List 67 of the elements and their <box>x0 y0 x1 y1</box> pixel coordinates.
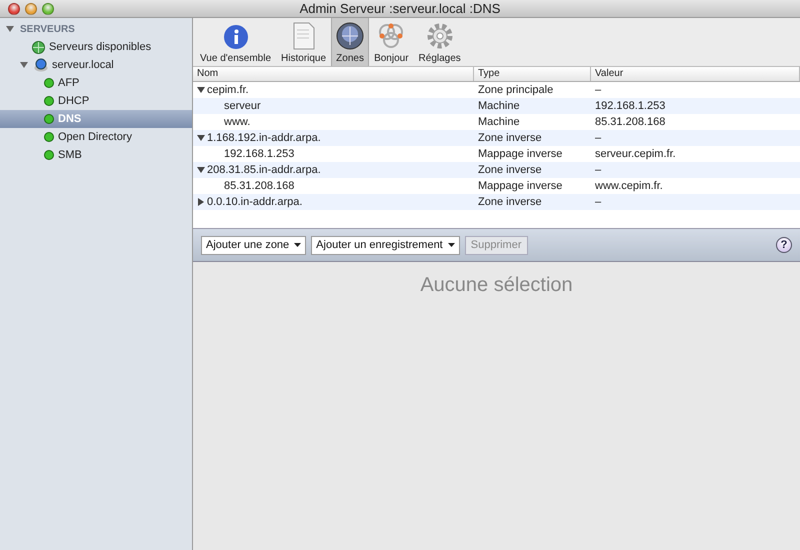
settings-icon <box>426 22 454 50</box>
column-header[interactable]: Nom <box>193 67 474 81</box>
section-heading: SERVEURS <box>20 24 75 34</box>
table-cell: cepim.fr. <box>193 84 474 96</box>
table-cell: 208.31.85.in-addr.arpa. <box>193 164 474 176</box>
table-cell-text: Machine <box>477 100 521 112</box>
globe-icon <box>336 22 364 50</box>
server-icon <box>34 58 48 72</box>
table-cell-text: Zone inverse <box>477 196 543 208</box>
table-cell-text: serveur <box>223 100 262 112</box>
toolbar-tab[interactable]: Historique <box>276 18 332 66</box>
disclosure-triangle[interactable] <box>197 134 205 142</box>
table-cell-text: Zone inverse <box>477 132 543 144</box>
status-dot-icon <box>44 150 54 160</box>
sidebar-item[interactable]: AFP <box>0 74 192 92</box>
status-dot-icon <box>44 114 54 124</box>
table-cell-text: serveur.cepim.fr. <box>594 148 677 160</box>
table-cell: 1.168.192.in-addr.arpa. <box>193 132 474 144</box>
popup-button[interactable]: Ajouter une zone <box>201 236 306 254</box>
table-cell-text: Zone inverse <box>477 164 543 176</box>
table-cell-text: 192.168.1.253 <box>223 148 296 160</box>
table-cell-text: Machine <box>477 116 521 128</box>
sidebar-item[interactable]: SMB <box>0 146 192 164</box>
sidebar-item[interactable]: Serveurs disponibles <box>0 38 192 56</box>
disclosure-triangle[interactable] <box>197 198 205 206</box>
table-cell-text: www.cepim.fr. <box>594 180 664 192</box>
table-cell-text: www. <box>223 116 252 128</box>
table-cell-text: 192.168.1.253 <box>594 100 666 112</box>
column-header[interactable]: Type <box>474 67 591 81</box>
empty-message: Aucune sélection <box>420 274 573 298</box>
status-dot-icon <box>44 96 54 106</box>
disclosure-triangle[interactable] <box>20 61 28 69</box>
disclosure-triangle[interactable] <box>6 25 14 33</box>
disclosure-triangle[interactable] <box>197 166 205 174</box>
sidebar-item[interactable]: serveur.local <box>0 56 192 74</box>
table-cell-text: – <box>594 84 602 96</box>
table-cell-text: Zone principale <box>477 84 554 96</box>
zoom-button[interactable] <box>42 2 54 14</box>
caret-icon <box>294 243 302 247</box>
toolbar-tab[interactable]: Vue d'ensemble <box>195 18 276 66</box>
column-header[interactable]: Valeur <box>591 67 800 81</box>
status-dot-icon <box>44 78 54 88</box>
info-icon <box>222 24 249 50</box>
table-cell-text: Mappage inverse <box>477 148 564 160</box>
table-cell: 0.0.10.in-addr.arpa. <box>193 196 474 208</box>
disclosure-triangle[interactable] <box>197 86 205 94</box>
toolbar-tab[interactable]: Réglages <box>414 18 466 66</box>
popup-button[interactable]: Ajouter un enregistrement <box>311 236 460 254</box>
table-cell-text: Mappage inverse <box>477 180 564 192</box>
table-cell-text: – <box>594 132 602 144</box>
minimize-button[interactable] <box>25 2 37 14</box>
table-cell-text: 85.31.208.168 <box>594 116 666 128</box>
sidebar-item[interactable]: DHCP <box>0 92 192 110</box>
caret-icon <box>448 243 455 247</box>
network-icon <box>377 22 406 50</box>
sidebar-item[interactable]: Open Directory <box>0 128 192 146</box>
toolbar-tab[interactable]: Bonjour <box>369 18 414 66</box>
table-cell-text: – <box>594 196 602 208</box>
close-button[interactable] <box>8 2 20 14</box>
globe-icon <box>32 40 45 54</box>
toolbar-tab[interactable]: Zones <box>331 18 370 66</box>
status-dot-icon <box>44 132 54 142</box>
table-cell-text: 85.31.208.168 <box>223 180 296 192</box>
help-button[interactable]: ? <box>776 237 792 253</box>
document-icon <box>292 22 315 50</box>
window-title: Admin Serveur :serveur.local :DNS <box>298 1 502 16</box>
table-cell-text: – <box>594 164 602 176</box>
